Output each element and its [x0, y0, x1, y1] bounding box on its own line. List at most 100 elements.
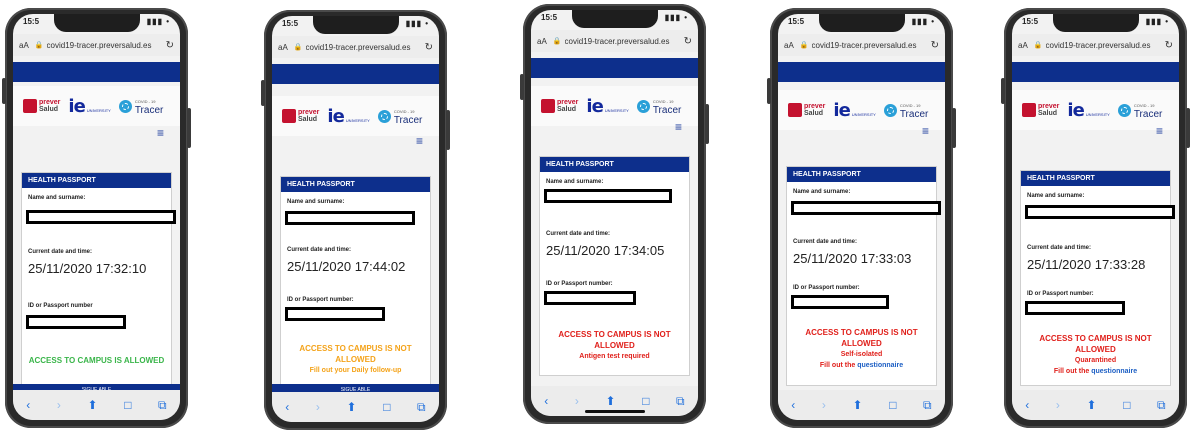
back-icon[interactable]: ‹ [1025, 398, 1029, 412]
address-bar[interactable]: aA 🔒 covid19-tracer.preversalud.es ↻ [778, 34, 945, 56]
datetime-value: 25/11/2020 17:32:10 [28, 261, 147, 276]
tabs-icon[interactable]: ⧉ [676, 394, 685, 409]
url-text[interactable]: covid19-tracer.preversalud.es [812, 41, 927, 50]
status-time: 15:5 [1022, 17, 1039, 26]
url-text[interactable]: covid19-tracer.preversalud.es [306, 43, 421, 52]
site-header-bar [1012, 62, 1179, 82]
ie-university-logo: ie UNIVERSITY [833, 100, 875, 121]
datetime-value: 25/11/2020 17:34:05 [546, 243, 665, 258]
forward-icon[interactable]: › [1056, 398, 1060, 412]
reload-icon[interactable]: ↻ [931, 40, 939, 51]
forward-icon[interactable]: › [822, 398, 826, 412]
share-icon[interactable]: ⬆ [88, 398, 98, 412]
hamburger-menu-icon[interactable]: ≡ [1156, 124, 1163, 138]
datetime-value: 25/11/2020 17:33:03 [793, 251, 912, 266]
reload-icon[interactable]: ↻ [425, 42, 433, 53]
prever-top: prever [557, 99, 579, 106]
hamburger-menu-icon[interactable]: ≡ [416, 134, 423, 148]
forward-icon[interactable]: › [57, 398, 61, 412]
bookmarks-icon[interactable]: □ [889, 398, 896, 412]
reload-icon[interactable]: ↻ [1165, 40, 1173, 51]
back-icon[interactable]: ‹ [285, 400, 289, 414]
questionnaire-link[interactable]: questionnaire [857, 362, 903, 369]
text-size-button[interactable]: aA [278, 43, 288, 52]
text-size-button[interactable]: aA [784, 41, 794, 50]
prever-salud-logo: prever Salud [541, 99, 578, 113]
back-icon[interactable]: ‹ [791, 398, 795, 412]
ie-univ-text: UNIVERSITY [851, 111, 876, 117]
power-button [1186, 108, 1190, 148]
name-label: Name and surname: [793, 189, 851, 195]
url-text[interactable]: covid19-tracer.preversalud.es [565, 37, 680, 46]
tabs-icon[interactable]: ⧉ [417, 400, 426, 415]
share-icon[interactable]: ⬆ [1087, 398, 1097, 412]
prever-top: prever [804, 103, 826, 110]
reload-icon[interactable]: ↻ [684, 36, 692, 47]
access-status: ACCESS TO CAMPUS IS NOT ALLOWED [558, 330, 671, 350]
screen: 15:5 ▮▮▮ • aA 🔒 covid19-tracer.preversal… [531, 10, 698, 416]
address-bar[interactable]: aA 🔒 covid19-tracer.preversalud.es ↻ [1012, 34, 1179, 56]
share-icon[interactable]: ⬆ [347, 400, 357, 414]
back-icon[interactable]: ‹ [544, 394, 548, 408]
prever-mark-icon [282, 109, 296, 123]
browser-toolbar: ‹ › ⬆ □ ⧉ [272, 392, 439, 422]
health-passport-card: HEALTH PASSPORT Name and surname: Curren… [539, 156, 690, 376]
url-text[interactable]: covid19-tracer.preversalud.es [47, 41, 162, 50]
covid-tracer-logo: COVID - 19 Tracer [636, 97, 681, 116]
back-icon[interactable]: ‹ [26, 398, 30, 412]
hamburger-menu-icon[interactable]: ≡ [922, 124, 929, 138]
reload-icon[interactable]: ↻ [166, 40, 174, 51]
date-label: Current date and time: [1027, 245, 1092, 251]
covid-tracer-logo: COVID - 19 Tracer [1117, 101, 1163, 120]
tracer-globe-icon [1117, 103, 1131, 117]
lock-icon: 🔒 [293, 44, 303, 51]
home-indicator[interactable] [584, 410, 645, 413]
site-header-bar [272, 64, 439, 84]
phone-5: 15:5 ▮▮▮ • aA 🔒 covid19-tracer.preversal… [1001, 8, 1190, 428]
tabs-icon[interactable]: ⧉ [158, 398, 167, 413]
url-text[interactable]: covid19-tracer.preversalud.es [1046, 41, 1161, 50]
signal-icon: ▮▮▮ • [911, 17, 935, 26]
card-title: HEALTH PASSPORT [540, 157, 689, 172]
bookmarks-icon[interactable]: □ [642, 394, 649, 408]
prever-mark-icon [1022, 103, 1036, 117]
logo-strip: prever Salud ie UNIVERSITY COVID - 19 Trac… [778, 90, 945, 130]
bookmarks-icon[interactable]: □ [1123, 398, 1130, 412]
card-title: HEALTH PASSPORT [22, 173, 171, 188]
address-bar[interactable]: aA 🔒 covid19-tracer.preversalud.es ↻ [531, 30, 698, 52]
site-header-bar [13, 62, 180, 82]
access-status: ACCESS TO CAMPUS IS NOT ALLOWED [805, 328, 918, 348]
hamburger-menu-icon[interactable]: ≡ [675, 120, 682, 134]
address-bar[interactable]: aA 🔒 covid19-tracer.preversalud.es ↻ [13, 34, 180, 56]
status-time: 15:5 [23, 17, 40, 26]
power-button [705, 104, 709, 144]
tracer-text: Tracer [134, 105, 164, 116]
bookmarks-icon[interactable]: □ [383, 400, 390, 414]
tabs-icon[interactable]: ⧉ [1157, 398, 1166, 413]
tracer-text: Tracer [1133, 109, 1163, 120]
ie-univ-text: UNIVERSITY [604, 107, 629, 113]
signal-icon: ▮▮▮ • [146, 17, 170, 26]
bookmarks-icon[interactable]: □ [124, 398, 131, 412]
tracer-text: Tracer [899, 109, 929, 120]
share-icon[interactable]: ⬆ [853, 398, 863, 412]
share-icon[interactable]: ⬆ [606, 394, 616, 408]
screen: 15:5 ▮▮▮ • aA 🔒 covid19-tracer.preversal… [1012, 14, 1179, 420]
forward-icon[interactable]: › [575, 394, 579, 408]
tabs-icon[interactable]: ⧉ [923, 398, 932, 413]
prever-salud-logo: prever Salud [1022, 103, 1059, 117]
covid-tracer-logo: COVID - 19 Tracer [377, 107, 422, 126]
forward-icon[interactable]: › [316, 400, 320, 414]
name-redacted [1025, 205, 1175, 219]
access-instruction[interactable]: Fill out your Daily follow-up [281, 365, 430, 376]
address-bar[interactable]: aA 🔒 covid19-tracer.preversalud.es ↻ [272, 36, 439, 58]
text-size-button[interactable]: aA [19, 41, 29, 50]
text-size-button[interactable]: aA [537, 37, 547, 46]
date-label: Current date and time: [546, 231, 611, 237]
access-instruction: Antigen test required [579, 353, 650, 360]
hamburger-menu-icon[interactable]: ≡ [157, 126, 164, 140]
screen: 15:5 ▮▮▮ • aA 🔒 covid19-tracer.preversal… [272, 16, 439, 422]
text-size-button[interactable]: aA [1018, 41, 1028, 50]
ie-university-logo: ie UNIVERSITY [327, 106, 369, 127]
questionnaire-link[interactable]: questionnaire [1091, 368, 1137, 375]
